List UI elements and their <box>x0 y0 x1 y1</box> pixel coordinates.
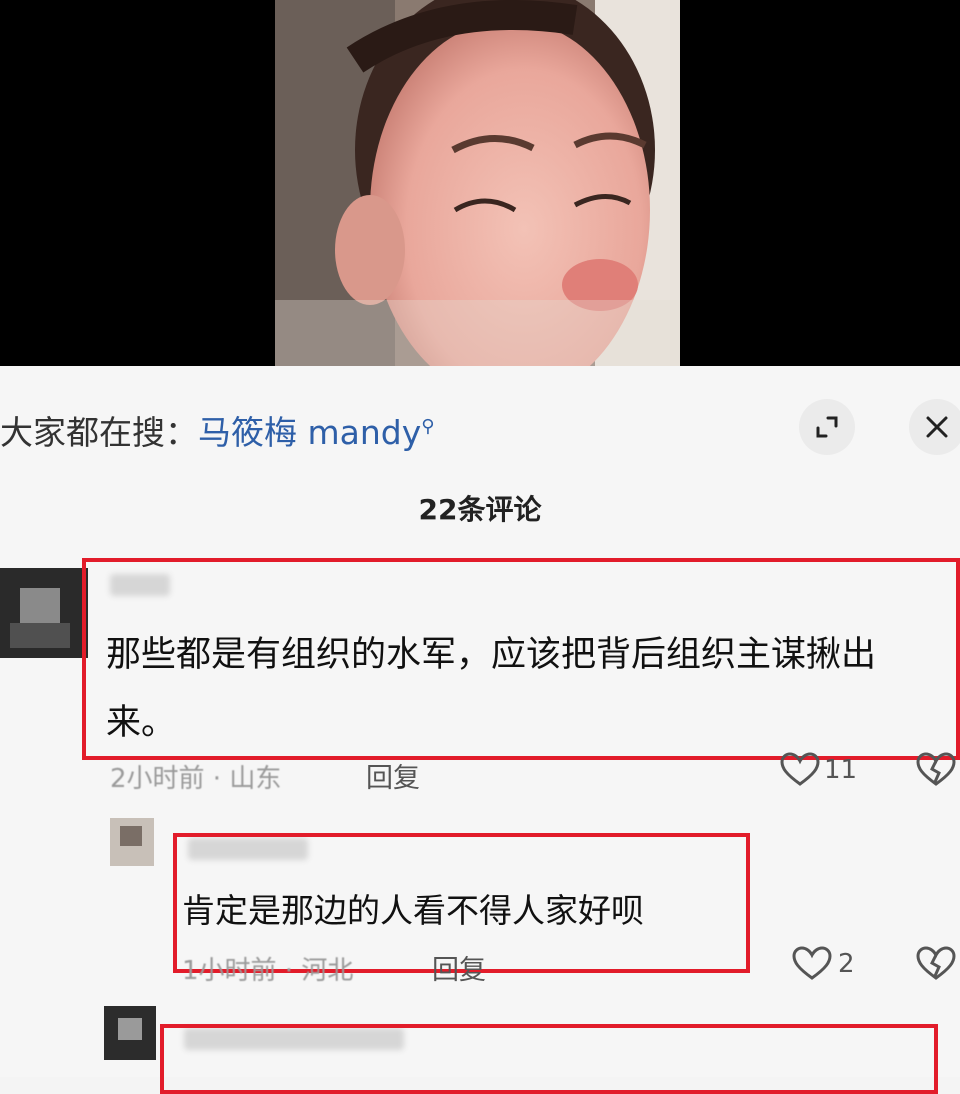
dislike-button[interactable] <box>916 752 956 788</box>
avatar-image <box>0 568 88 658</box>
avatar[interactable] <box>0 568 88 658</box>
reply-button[interactable]: 回复 <box>366 756 420 795</box>
like-count: 2 <box>838 949 855 979</box>
search-term-link[interactable]: 马筱梅 mandy <box>198 413 421 452</box>
comment-meta: 1小时前 · 河北 <box>182 956 354 986</box>
close-button[interactable] <box>909 399 960 455</box>
comment-count: 22条评论 <box>418 493 542 526</box>
dislike-button[interactable] <box>916 946 956 982</box>
broken-heart-icon <box>916 946 956 980</box>
search-suggestion[interactable]: 大家都在搜：马筱梅 mandy⚲ <box>0 406 434 452</box>
expand-icon <box>816 416 838 438</box>
expand-button[interactable] <box>799 399 855 455</box>
search-prefix: 大家都在搜： <box>0 413 198 452</box>
video-frame <box>275 0 680 366</box>
comment-meta: 2小时前 · 山东 <box>110 764 282 794</box>
avatar[interactable] <box>104 1006 156 1060</box>
search-icon[interactable]: ⚲ <box>421 416 434 437</box>
heart-icon <box>780 752 820 786</box>
like-button[interactable]: 11 <box>780 752 857 788</box>
highlight-box <box>82 558 960 760</box>
close-icon <box>926 416 948 438</box>
like-count: 11 <box>824 755 858 785</box>
video-still-image <box>275 0 680 366</box>
reply-button[interactable]: 回复 <box>432 948 486 987</box>
avatar[interactable] <box>110 818 154 866</box>
video-player[interactable] <box>0 0 960 366</box>
like-button[interactable]: 2 <box>792 946 855 982</box>
highlight-box <box>160 1024 938 1094</box>
heart-icon <box>792 946 832 980</box>
broken-heart-icon <box>916 752 956 786</box>
avatar-image <box>110 818 154 866</box>
avatar-image <box>104 1006 156 1060</box>
